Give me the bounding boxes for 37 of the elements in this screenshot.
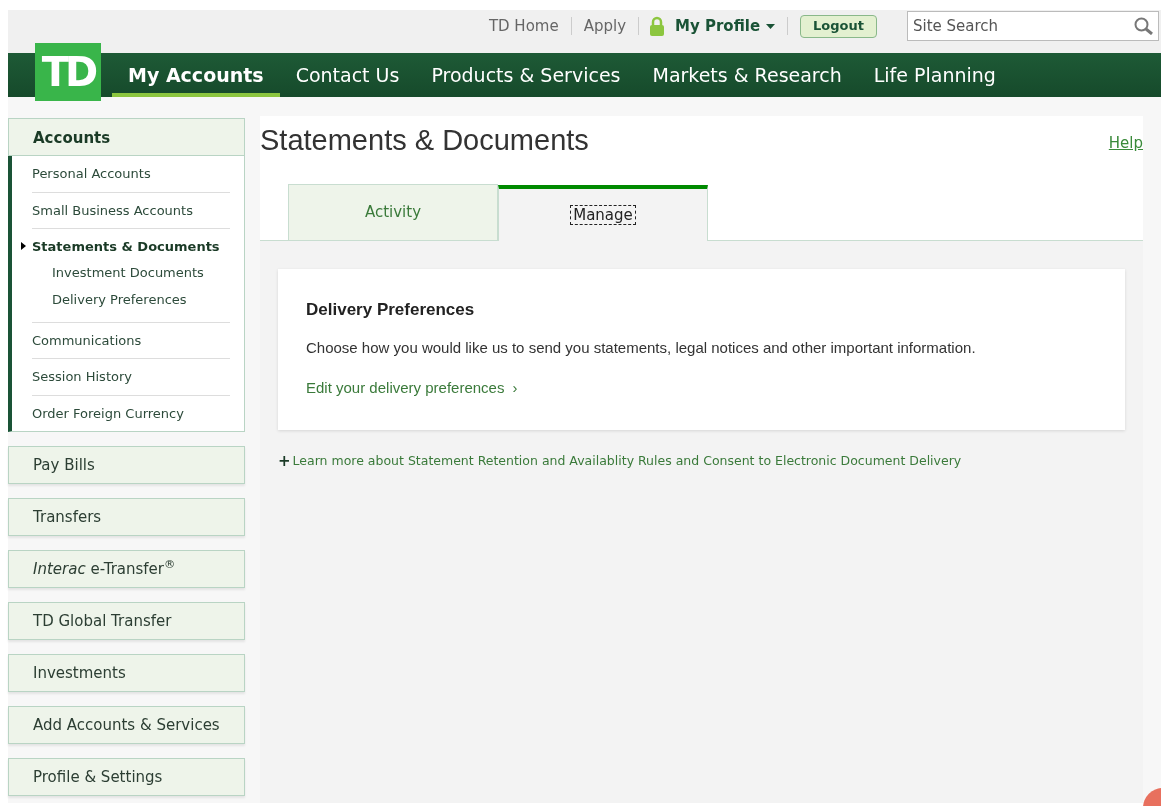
pointer-icon xyxy=(21,242,26,250)
card-title: Delivery Preferences xyxy=(306,299,476,321)
profile-menu[interactable]: My Profile xyxy=(675,14,788,38)
tab[interactable]: Activity xyxy=(288,184,498,240)
sidebar-section-header[interactable]: Interac e-Transfer$^{®}$ xyxy=(8,550,245,588)
sidebar-link[interactable]: Small Business Accounts xyxy=(32,192,230,228)
sidebar-link[interactable]: Statements & Documents xyxy=(32,229,230,259)
caret-icon xyxy=(766,23,776,29)
sidebar-link[interactable]: Session History xyxy=(32,359,230,395)
sidebar-section-header[interactable]: Pay Bills xyxy=(8,446,245,484)
help-link[interactable]: Help xyxy=(1108,132,1143,155)
top-link[interactable]: Apply xyxy=(571,14,638,38)
nav-tab[interactable]: Markets & Research xyxy=(636,53,858,97)
sidebar-link[interactable]: Order Foreign Currency xyxy=(32,395,230,431)
expand-link[interactable]: +Learn more about Statement Retention and Availablity Rules and Consent to Electronic Document Delivery xyxy=(278,450,1125,473)
sidebar-sublink[interactable]: Delivery Preferences xyxy=(52,286,230,314)
sidebar-link[interactable]: Personal Accounts xyxy=(32,156,230,192)
nav-tab[interactable]: Products & Services xyxy=(415,53,637,97)
edit-link[interactable]: Edit your delivery preferences › xyxy=(306,377,518,400)
nav-tab[interactable]: Life Planning xyxy=(857,53,1012,97)
search-field[interactable]: Site Search xyxy=(907,11,1159,41)
logout-button[interactable]: Logout xyxy=(800,14,877,38)
sidebar-sublink[interactable]: Investment Documents xyxy=(52,258,230,286)
sidebar-section-header[interactable]: Investments xyxy=(8,654,245,692)
nav-tab[interactable]: Contact Us xyxy=(279,53,416,97)
search-icon[interactable] xyxy=(1134,17,1154,35)
sidebar-section-header[interactable]: Accounts xyxy=(8,118,245,156)
sidebar-section-header[interactable]: Profile & Settings xyxy=(8,758,245,796)
sidebar-section-header[interactable]: TD Global Transfer xyxy=(8,602,245,640)
card-text: Choose how you would like us to send you statements, legal notices and other important information. xyxy=(306,337,977,358)
top-link[interactable]: TD Home xyxy=(476,14,571,38)
tab[interactable]: Manage xyxy=(498,185,708,241)
sidebar-link[interactable]: Communications xyxy=(32,322,230,358)
page-title: Statements & Documents xyxy=(260,123,589,158)
lock-icon xyxy=(649,16,665,36)
sidebar-section-header[interactable]: Add Accounts & Services xyxy=(8,706,245,744)
sidebar-section-header[interactable]: Transfers xyxy=(8,498,245,536)
